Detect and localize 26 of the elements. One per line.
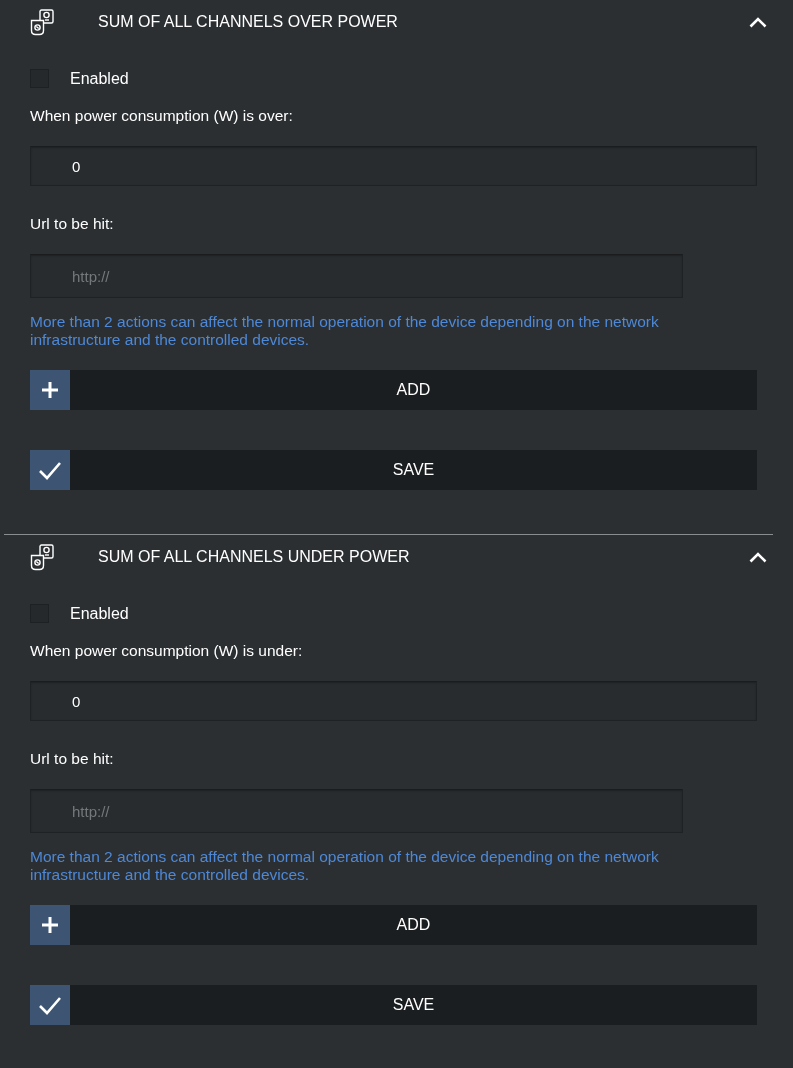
plus-icon: [30, 905, 70, 945]
checkmark-icon: [30, 985, 70, 1025]
checkmark-icon: [30, 450, 70, 490]
field-label: When power consumption (W) is over:: [30, 107, 293, 125]
sockets-icon: [30, 543, 54, 571]
save-button[interactable]: SAVE: [30, 450, 757, 490]
checkbox-label: Enabled: [70, 69, 129, 88]
sockets-icon: [30, 8, 54, 36]
warning-note: More than 2 actions can affect the normal operation of the device depending on the network infrastructure and the controlled devices.: [30, 313, 660, 349]
power-input[interactable]: 0: [30, 146, 757, 186]
field-label: When power consumption (W) is under:: [30, 642, 303, 660]
field-label: Url to be hit:: [30, 215, 114, 233]
warning-note: More than 2 actions can affect the normal operation of the device depending on the network infrastructure and the controlled devices.: [30, 848, 660, 884]
collapse-toggle[interactable]: [749, 551, 767, 563]
add-button[interactable]: ADD: [30, 905, 757, 945]
checkbox-label: Enabled: [70, 604, 129, 623]
collapse-toggle[interactable]: [749, 16, 767, 28]
add-button[interactable]: ADD: [30, 370, 757, 410]
plus-icon: [30, 370, 70, 410]
field-label: Url to be hit:: [30, 750, 114, 768]
power-input[interactable]: 0: [30, 681, 757, 721]
save-button[interactable]: SAVE: [30, 985, 757, 1025]
url-input[interactable]: http://: [30, 789, 683, 833]
section-title: SUM OF ALL CHANNELS OVER POWER: [98, 13, 398, 31]
section-title: SUM OF ALL CHANNELS UNDER POWER: [98, 548, 410, 566]
url-input[interactable]: http://: [30, 254, 683, 298]
